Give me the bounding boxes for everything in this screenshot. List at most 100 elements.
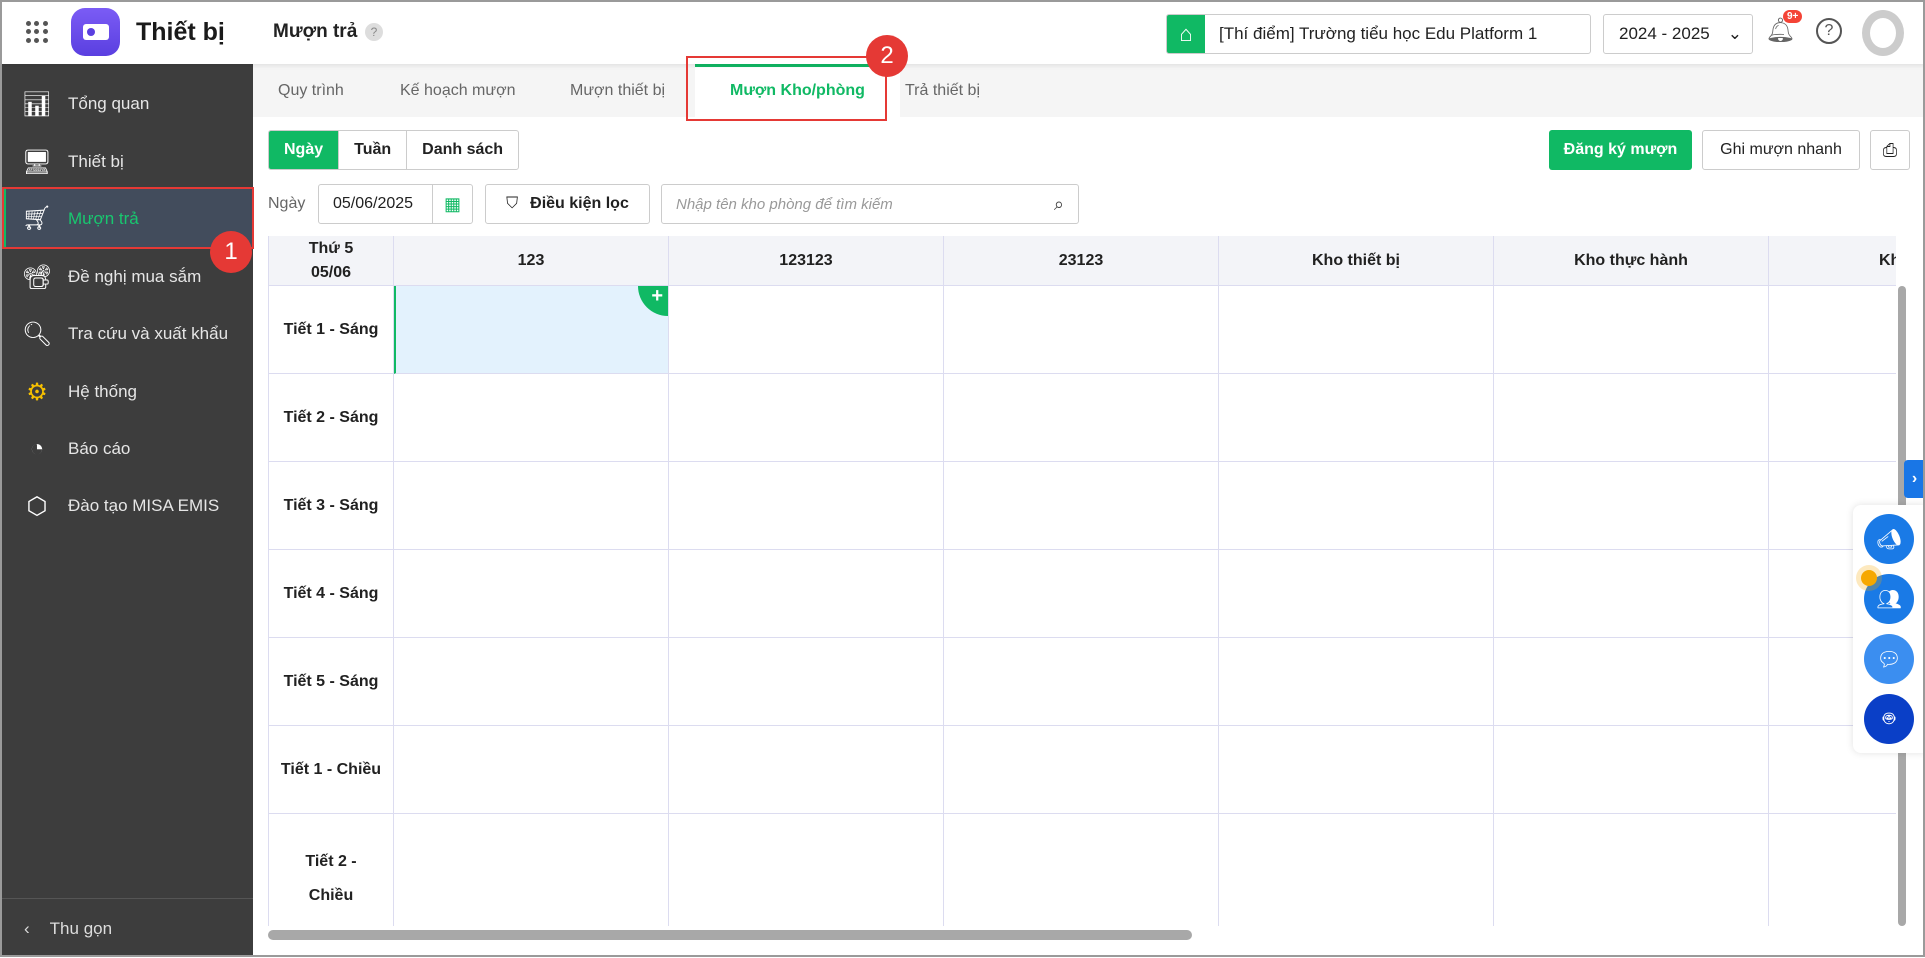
view-list-button[interactable]: Danh sách (407, 131, 518, 169)
search-icon: 🔍︎ (21, 320, 53, 348)
page-title: Mượn trả (273, 21, 358, 42)
schedule-slot[interactable] (394, 638, 669, 726)
sidebar-item-label: Đề nghị mua sắm (68, 267, 202, 286)
schedule-slot[interactable] (944, 286, 1219, 374)
expand-panel-button[interactable]: › (1904, 460, 1925, 498)
schedule-slot[interactable] (394, 814, 669, 926)
schedule-slot[interactable] (394, 374, 669, 462)
schedule-slot[interactable] (1494, 814, 1769, 926)
floating-actions: 📣︎ 👥︎ 💬︎ 🤖︎ (1853, 505, 1925, 753)
app-grid-icon[interactable] (26, 21, 48, 43)
schedule-slot[interactable] (1769, 286, 1896, 374)
sidebar-item-label: Tra cứu và xuất khẩu (68, 324, 229, 343)
schedule-slot[interactable] (1219, 550, 1494, 638)
announcement-icon[interactable]: 📣︎ (1864, 514, 1914, 564)
sidebar-item-bao-cao[interactable]: ◔ Báo cáo (0, 420, 253, 478)
column-header: 123 (394, 236, 669, 286)
filter-button[interactable]: ⛉ Điều kiện lọc (485, 184, 650, 224)
schedule-slot[interactable] (944, 462, 1219, 550)
schedule-slot[interactable]: + (394, 286, 669, 374)
tab-muon-thiet-bi[interactable]: Mượn thiết bị (570, 64, 665, 117)
projector-icon: 📽︎ (21, 263, 53, 291)
calendar-icon[interactable]: ▦ (432, 185, 472, 223)
search-icon[interactable]: ⌕ (1054, 194, 1064, 215)
quick-borrow-button[interactable]: Ghi mượn nhanh (1702, 130, 1860, 170)
schedule-slot[interactable] (669, 286, 944, 374)
row-header: Tiết 2 - Sáng (269, 374, 394, 462)
app-logo (71, 8, 120, 56)
schedule-slot[interactable] (1219, 638, 1494, 726)
schedule-slot[interactable] (1494, 550, 1769, 638)
school-selector[interactable]: ⌂ [Thí điểm] Trường tiểu học Edu Platfor… (1166, 14, 1591, 54)
schedule-slot[interactable] (1494, 726, 1769, 814)
search-input[interactable] (676, 195, 1054, 213)
schedule-slot[interactable] (944, 726, 1219, 814)
collapse-sidebar-button[interactable]: ‹ Thu gọn (0, 898, 253, 958)
corner-date: 05/06 (310, 263, 352, 281)
chatbot-icon[interactable]: 🤖︎ (1864, 694, 1914, 744)
row-header: Tiết 2 - Chiều (269, 814, 394, 926)
add-booking-icon[interactable]: + (638, 286, 668, 316)
schedule-slot[interactable] (1494, 286, 1769, 374)
school-icon: ⌂ (1167, 15, 1205, 53)
sidebar-item-tra-cuu[interactable]: 🔍︎ Tra cứu và xuất khẩu (0, 305, 253, 363)
notification-badge: 9+ (1783, 10, 1803, 23)
date-picker[interactable]: 05/06/2025 ▦ (318, 184, 473, 224)
schedule-slot[interactable] (944, 814, 1219, 926)
view-week-button[interactable]: Tuần (339, 131, 408, 169)
schedule-slot[interactable] (669, 726, 944, 814)
view-day-button[interactable]: Ngày (269, 131, 340, 169)
schedule-slot[interactable] (1769, 814, 1896, 926)
search-box[interactable]: ⌕ (661, 184, 1079, 224)
sidebar-item-tong-quan[interactable]: 📊︎ Tổng quan (0, 75, 253, 133)
sidebar-item-thiet-bi[interactable]: 🖥︎ Thiết bị (0, 133, 253, 191)
chat-icon[interactable]: 💬︎ (1864, 634, 1914, 684)
schedule-slot[interactable] (1494, 374, 1769, 462)
schedule-slot[interactable] (669, 374, 944, 462)
schedule-slot[interactable] (1219, 726, 1494, 814)
schedule-slot[interactable] (669, 550, 944, 638)
schedule-slot[interactable] (944, 374, 1219, 462)
tab-tra-thiet-bi[interactable]: Trả thiết bị (905, 64, 980, 117)
tab-ke-hoach-muon[interactable]: Kế hoạch mượn (400, 64, 515, 117)
schedule-slot[interactable] (394, 550, 669, 638)
annotation-badge-2: 2 (866, 35, 908, 77)
monitor-icon: 🖥︎ (21, 148, 53, 176)
date-label: Ngày (268, 195, 306, 212)
year-value: 2024 - 2025 (1619, 24, 1710, 43)
chevron-down-icon: ⌄ (1727, 24, 1742, 43)
sidebar-item-he-thong[interactable]: ⚙ Hệ thống (0, 363, 253, 421)
corner-day: Thứ 5 (308, 240, 354, 258)
schedule-slot[interactable] (669, 462, 944, 550)
help-icon[interactable]: ? (1816, 18, 1842, 44)
row-header: Tiết 1 - Chiều (269, 726, 394, 814)
notification-dot (1861, 570, 1877, 586)
schedule-slot[interactable] (944, 550, 1219, 638)
sidebar-item-dao-tao[interactable]: ⬡ Đào tạo MISA EMIS (0, 477, 253, 535)
schedule-slot[interactable] (1494, 638, 1769, 726)
year-select[interactable]: 2024 - 2025 ⌄ (1603, 14, 1753, 54)
print-icon[interactable]: ⎙ (1870, 130, 1910, 170)
register-borrow-button[interactable]: Đăng ký mượn (1549, 130, 1692, 170)
view-switcher: Ngày Tuần Danh sách (268, 130, 520, 170)
tab-quy-trinh[interactable]: Quy trình (278, 64, 344, 117)
page-help-icon[interactable]: ? (365, 23, 383, 41)
horizontal-scrollbar[interactable] (268, 930, 1192, 940)
schedule-slot[interactable] (1769, 374, 1896, 462)
schedule-slot[interactable] (1219, 462, 1494, 550)
sidebar-item-label: Tổng quan (68, 94, 150, 113)
row-header: Tiết 4 - Sáng (269, 550, 394, 638)
schedule-slot[interactable] (394, 462, 669, 550)
sidebar-item-label: Hệ thống (68, 382, 137, 401)
schedule-slot[interactable] (394, 726, 669, 814)
date-value[interactable]: 05/06/2025 (319, 195, 432, 213)
schedule-slot[interactable] (1219, 286, 1494, 374)
schedule-slot[interactable] (944, 638, 1219, 726)
schedule-slot[interactable] (1494, 462, 1769, 550)
avatar[interactable] (1862, 10, 1904, 56)
filter-icon: ⛉ (506, 195, 519, 212)
schedule-slot[interactable] (1219, 374, 1494, 462)
schedule-slot[interactable] (669, 638, 944, 726)
schedule-slot[interactable] (669, 814, 944, 926)
schedule-slot[interactable] (1219, 814, 1494, 926)
